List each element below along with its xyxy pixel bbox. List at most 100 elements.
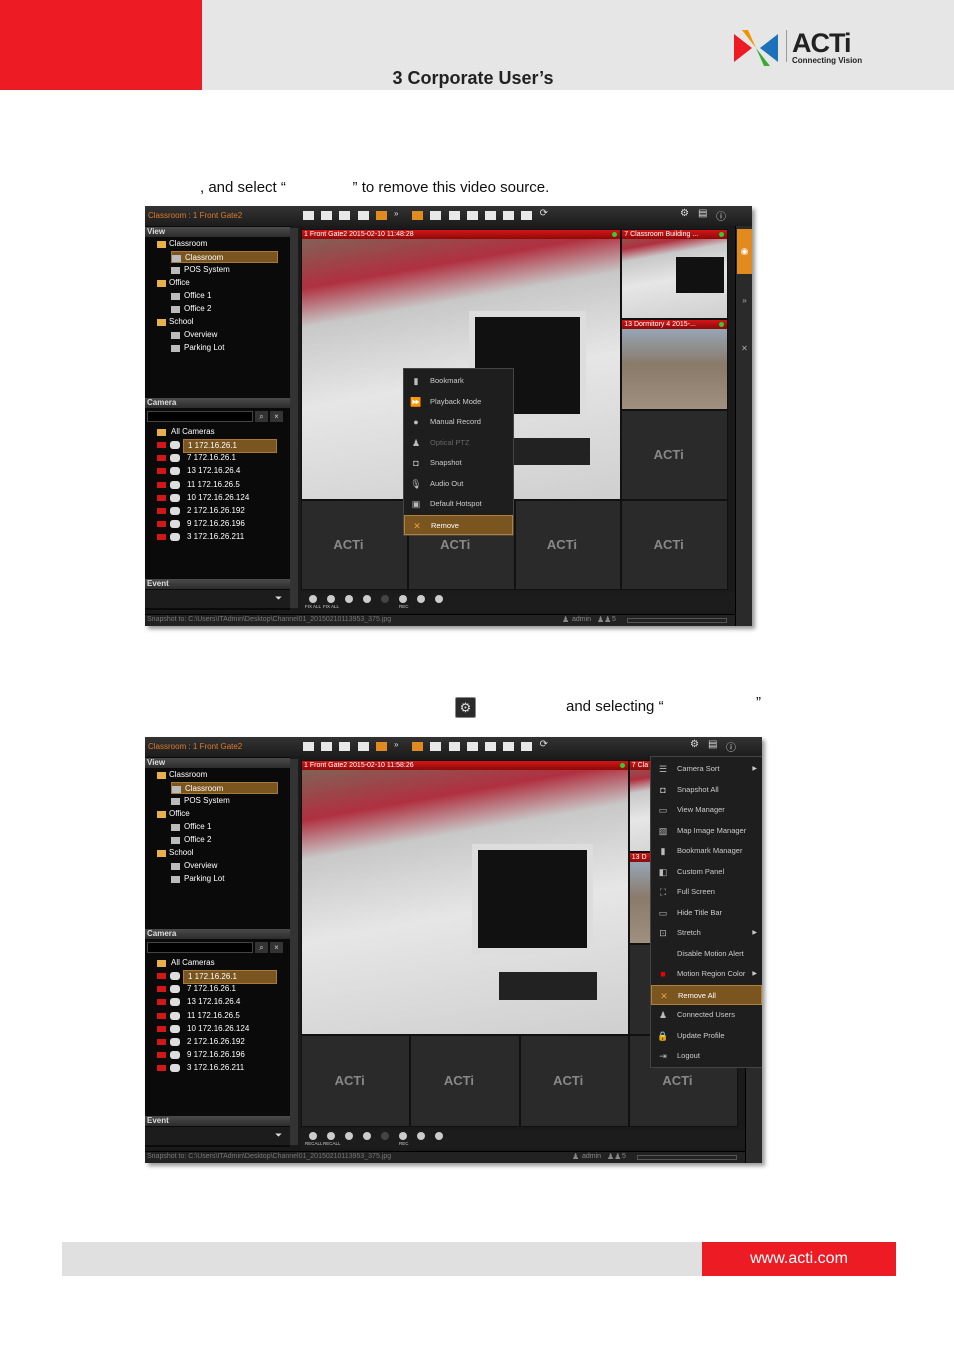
menu-item-remove-all[interactable]: ✕ Remove All	[651, 984, 762, 1005]
settings-gear-icon[interactable]: ⚙	[690, 739, 699, 750]
empty-tile[interactable]: ACTi	[519, 1035, 629, 1127]
camera-item[interactable]: 1 172.16.26.1	[157, 970, 279, 984]
refresh-icon[interactable]: ⟳	[540, 208, 551, 219]
tree-folder[interactable]: School	[149, 847, 269, 859]
camera-search-input[interactable]	[147, 411, 253, 422]
tree-view-item[interactable]: Parking Lot	[171, 342, 278, 354]
setup-tab[interactable]: ✕	[737, 326, 752, 371]
volume-slider[interactable]	[627, 618, 727, 623]
camera-item[interactable]: 9 172.16.26.196	[157, 1049, 279, 1061]
clear-search-icon[interactable]: ×	[270, 411, 283, 422]
playback-tab[interactable]: »	[737, 278, 752, 323]
left-panel-scrollbar[interactable]	[290, 759, 298, 1145]
ptz-recall2-icon[interactable]	[327, 1132, 335, 1140]
empty-tile[interactable]: ACTi	[621, 409, 728, 500]
more-icon[interactable]: »	[394, 740, 405, 749]
video-tile[interactable]: 7 Classroom Building ...	[621, 229, 728, 320]
empty-tile[interactable]: ACTi	[301, 499, 408, 590]
camera-item[interactable]: 9 172.16.26.196	[157, 518, 279, 530]
camera-item[interactable]: 7 172.16.26.1	[157, 452, 279, 464]
menu-item-default-hotspot[interactable]: ▣ Default Hotspot	[404, 494, 513, 514]
menu-item-remove[interactable]: ✕ Remove	[404, 514, 513, 535]
menu-item-stretch[interactable]: ⊡ Stretch ▶	[651, 923, 762, 943]
ptz-icon[interactable]	[345, 595, 353, 603]
ptz-recall2-icon[interactable]	[327, 595, 335, 603]
ptz-icon[interactable]	[345, 1132, 353, 1140]
filter-icon[interactable]: ⏷	[275, 593, 282, 604]
menu-item-manual-record[interactable]: ● Manual Record	[404, 412, 513, 432]
camera-root-folder[interactable]: All Cameras	[149, 426, 279, 438]
more-icon[interactable]: »	[394, 209, 405, 218]
clear-search-icon[interactable]: ×	[270, 942, 283, 953]
live-view-tab[interactable]: ◉	[737, 229, 752, 274]
bookmark-icon[interactable]	[363, 1132, 371, 1140]
refresh-icon[interactable]: ⟳	[540, 739, 551, 750]
empty-tile[interactable]: ACTi	[514, 499, 622, 590]
info-icon[interactable]: ⓘ	[716, 208, 726, 223]
layout-custom-icon[interactable]	[375, 742, 387, 751]
camera-item[interactable]: 11 172.16.26.5	[157, 479, 279, 491]
document-icon[interactable]: ▤	[698, 208, 707, 219]
camera-item[interactable]: 11 172.16.26.5	[157, 1010, 279, 1022]
menu-item-full-screen[interactable]: ⛶ Full Screen	[651, 882, 762, 902]
camera-item[interactable]: 3 172.16.26.211	[157, 1062, 279, 1074]
camera-item[interactable]: 2 172.16.26.192	[157, 1036, 279, 1048]
search-icon[interactable]: ⌕	[255, 411, 268, 422]
layout-2x2-icon[interactable]	[321, 211, 333, 220]
left-panel-scrollbar[interactable]	[290, 228, 298, 608]
microphone-icon[interactable]	[435, 1132, 443, 1140]
menu-item-snapshot-all[interactable]: ◘ Snapshot All	[651, 780, 762, 800]
save-view-icon[interactable]	[448, 742, 460, 751]
tree-view-item[interactable]: POS System	[171, 795, 278, 807]
camera-item[interactable]: 1 172.16.26.1	[157, 439, 279, 453]
tree-view-item[interactable]: Office 1	[171, 821, 278, 833]
document-icon[interactable]: ▤	[708, 739, 717, 750]
record-icon[interactable]	[399, 595, 407, 603]
import-view-icon[interactable]	[521, 211, 533, 220]
hotspot-icon[interactable]	[412, 742, 424, 751]
menu-item-update-profile[interactable]: 🔒 Update Profile	[651, 1026, 762, 1046]
add-view-icon[interactable]	[430, 742, 442, 751]
tree-view-item[interactable]: Classroom	[171, 782, 278, 794]
info-icon[interactable]: ⓘ	[726, 739, 736, 754]
snapshot-icon[interactable]	[417, 595, 425, 603]
layout-2x2-icon[interactable]	[321, 742, 333, 751]
tree-view-item[interactable]: Office 2	[171, 303, 278, 315]
menu-item-connected-users[interactable]: ♟ Connected Users	[651, 1005, 762, 1025]
tree-folder[interactable]: Classroom	[149, 238, 269, 250]
layout-1x1-icon[interactable]	[303, 742, 314, 751]
camera-item[interactable]: 13 172.16.26.4	[157, 465, 279, 477]
layout-3x3-icon[interactable]	[339, 742, 351, 751]
tree-view-item[interactable]: Overview	[171, 329, 278, 341]
add-view-icon[interactable]	[430, 211, 442, 220]
menu-item-audio-out[interactable]: 🎙 Audio Out	[404, 474, 513, 494]
tree-folder[interactable]: Office	[149, 808, 269, 820]
menu-item-view-manager[interactable]: ▭ View Manager	[651, 800, 762, 820]
tree-folder[interactable]: School	[149, 316, 269, 328]
filter-icon[interactable]: ⏷	[275, 1130, 282, 1141]
menu-item-bookmark[interactable]: ▮ Bookmark	[404, 371, 513, 391]
tree-folder[interactable]: Office	[149, 277, 269, 289]
video-tile[interactable]: 1 Front Gate2 2015-02-10 11:58:26	[301, 760, 629, 1036]
camera-item[interactable]: 10 172.16.26.124	[157, 1023, 279, 1035]
microphone-icon[interactable]	[435, 595, 443, 603]
hotspot-icon[interactable]	[412, 211, 424, 220]
camera-item[interactable]: 10 172.16.26.124	[157, 492, 279, 504]
play-icon[interactable]	[381, 1132, 389, 1140]
snapshot-icon[interactable]	[417, 1132, 425, 1140]
empty-tile[interactable]: ACTi	[621, 499, 728, 590]
rename-view-icon[interactable]	[485, 742, 496, 751]
menu-item-hide-title-bar[interactable]: ▭ Hide Title Bar	[651, 903, 762, 923]
menu-item-logout[interactable]: ⇥ Logout	[651, 1046, 762, 1066]
menu-item-motion-region-color[interactable]: ■ Motion Region Color ▶	[651, 964, 762, 984]
search-icon[interactable]: ⌕	[255, 942, 268, 953]
tree-view-item[interactable]: Parking Lot	[171, 873, 278, 885]
empty-tile[interactable]: ACTi	[410, 1035, 520, 1127]
record-icon[interactable]	[399, 1132, 407, 1140]
camera-item[interactable]: 13 172.16.26.4	[157, 996, 279, 1008]
export-view-icon[interactable]	[503, 742, 515, 751]
camera-item[interactable]: 7 172.16.26.1	[157, 983, 279, 995]
camera-item[interactable]: 3 172.16.26.211	[157, 531, 279, 543]
bookmark-icon[interactable]	[363, 595, 371, 603]
tree-view-item[interactable]: Overview	[171, 860, 278, 872]
